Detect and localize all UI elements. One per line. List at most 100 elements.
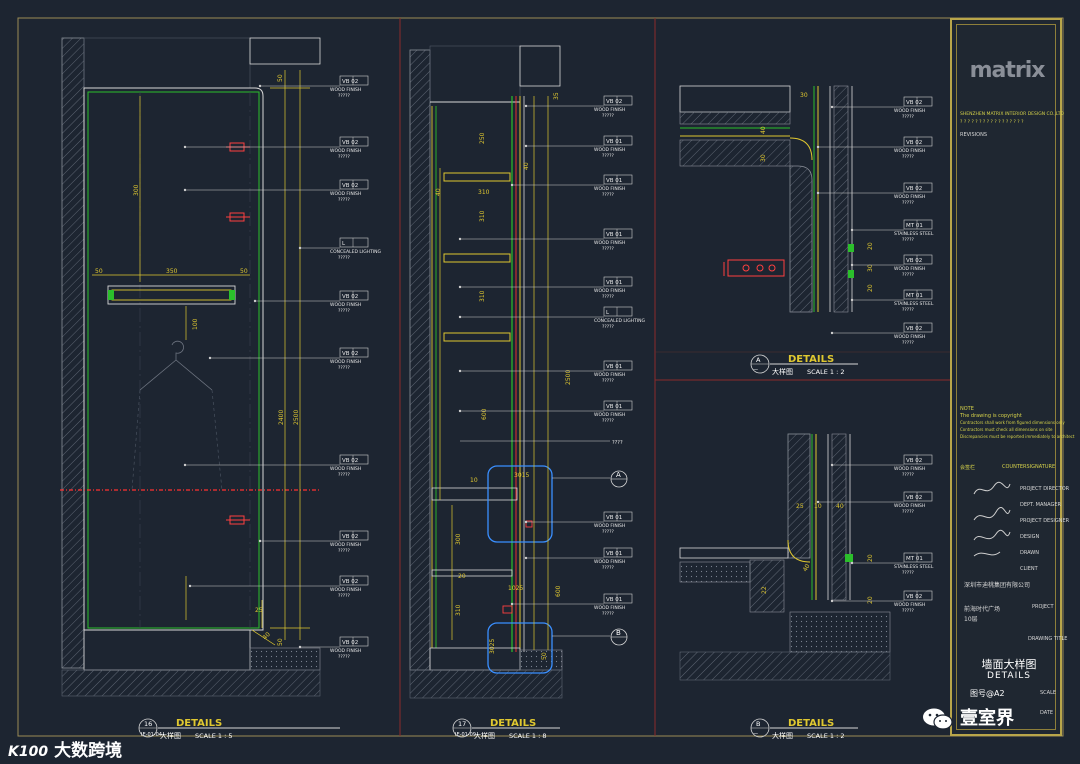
detail-16-elevation: 50 300 50 350 50 100 2400 2500 25 40 50 [60, 37, 321, 697]
tag-material-cn: ????? [338, 654, 351, 660]
caption-title: DETAILS [788, 718, 834, 729]
watermark-right: 壹室界 [922, 704, 1014, 731]
tag-material: WOOD FINISH [330, 359, 361, 365]
dim-300: 300 [455, 533, 462, 545]
material-tag: MT 01 STAINLESS STEEL????? [850, 289, 934, 313]
tag-material: WOOD FINISH [594, 372, 625, 378]
dim-300: 300 [133, 184, 140, 196]
dim-25: 25 [796, 503, 804, 510]
signatures [973, 481, 1011, 557]
tag-material-cn: ????? [902, 154, 915, 160]
caption-sheet: 一 [753, 732, 758, 738]
dim-400: 600 [555, 585, 562, 597]
caption-scale: SCALE 1 : 8 [509, 732, 547, 740]
caption-scale: SCALE 1 : 2 [807, 732, 845, 740]
dim-40: 40 [523, 162, 530, 170]
tag-material-cn: ????? [338, 197, 351, 203]
tag-material: WOOD FINISH [330, 191, 361, 197]
wardrobe-inner [87, 91, 260, 629]
caption-title: DETAILS [490, 718, 536, 729]
tag-material: WOOD FINISH [330, 87, 361, 93]
project-floor: 10层 [964, 616, 978, 623]
section-marker-a-label: A [616, 471, 621, 479]
material-tag: VB 02 WOOD FINISH????? [258, 530, 369, 554]
dim-2400: 2400 [278, 410, 285, 425]
tag-code: VB 02 [342, 579, 358, 585]
tag-material-cn: ????? [602, 246, 615, 252]
caption-number: B [756, 720, 760, 728]
tag-material: WOOD FINISH [894, 148, 925, 154]
tag-code: VB 02 [342, 294, 358, 300]
tag-code: VB 02 [906, 326, 922, 332]
tag-code: MT 01 [906, 556, 923, 562]
tag-material: WOOD FINISH [330, 302, 361, 308]
tag-material: WOOD FINISH [594, 412, 625, 418]
dim-600: 600 [481, 408, 488, 420]
dim-20: 20 [458, 573, 466, 580]
tag-code: VB 02 [342, 534, 358, 540]
tag-code: VB 01 [606, 597, 622, 603]
dim-100: 100 [192, 318, 199, 330]
remark-line: Contractors must check all dimensions on… [960, 427, 1053, 432]
material-tag: VB 02 WOOD FINISH????? [524, 95, 633, 119]
tag-material-cn: ????? [602, 153, 615, 159]
tag-material: WOOD FINISH [594, 605, 625, 611]
caption-cn: 大样图 [772, 367, 793, 376]
dim-30: 30 [800, 92, 808, 99]
material-tag: VB 02 WOOD FINISH????? [183, 136, 369, 160]
caption-scale: SCALE 1 : 2 [807, 368, 845, 376]
tag-code: VB 01 [606, 404, 622, 410]
tag-code: VB 01 [606, 551, 622, 557]
tag-material-cn: ????? [602, 378, 615, 384]
dim-25: 25 [255, 607, 263, 614]
dim-20: 20 [867, 554, 874, 562]
shelf [443, 332, 511, 342]
tag-material-cn: ????? [902, 509, 915, 515]
fittings [502, 520, 533, 614]
caption-number: A [756, 356, 761, 364]
floor-hatch [61, 669, 321, 697]
note-tag: ???? [460, 440, 623, 446]
tag-material: CONCEALED LIGHTING [330, 249, 382, 255]
dim-40b: 40 [435, 188, 442, 196]
tag-material: WOOD FINISH [330, 648, 361, 654]
role-project-designer: PROJECT DESIGNER [1020, 518, 1070, 524]
dim-40b: 40 [802, 563, 812, 573]
tag-material-cn: ????? [338, 154, 351, 160]
tag-material: WOOD FINISH [330, 466, 361, 472]
tag-material: WOOD FINISH [894, 108, 925, 114]
cad-drawing-sheet: 50 300 50 350 50 100 2400 2500 25 40 50 [0, 0, 1080, 764]
dim-22: 22 [761, 586, 768, 594]
tag-material: WOOD FINISH [594, 186, 625, 192]
tag-material-cn: ????? [902, 200, 915, 206]
dim-3015: 3015 [514, 472, 529, 479]
dim-310b: 310 [479, 210, 486, 222]
tag-code: VB 02 [342, 351, 358, 357]
tag-code: VB 02 [906, 100, 922, 106]
material-tag: VB 01 WOOD FINISH????? [524, 511, 633, 535]
tag-material-cn: ????? [338, 308, 351, 314]
cad-canvas: 50 300 50 350 50 100 2400 2500 25 40 50 [17, 17, 1064, 740]
tag-code: VB 01 [606, 515, 622, 521]
dim-20b: 20 [867, 596, 874, 604]
material-tag: VB 01 WOOD FINISH????? [458, 360, 633, 384]
ceiling-beam [249, 37, 321, 65]
tag-material: WOOD FINISH [894, 503, 925, 509]
tag-material: WOOD FINISH [894, 266, 925, 272]
dim-50-right: 50 [240, 268, 248, 275]
project-label: PROJECT [1032, 604, 1054, 610]
scale-label: SCALE [1040, 690, 1057, 696]
tag-material: WOOD FINISH [894, 334, 925, 340]
role-design: DESIGN [1020, 534, 1040, 540]
material-tag: L CONCEALED LIGHTING????? [458, 306, 646, 330]
watermark-right-text: 壹室界 [960, 708, 1014, 729]
caption-number: 17 [458, 720, 466, 728]
tag-code: L [342, 241, 346, 247]
tag-code: VB 01 [606, 280, 622, 286]
dim-30b: 30 [760, 154, 767, 162]
tag-code: VB 02 [342, 79, 358, 85]
drawing-title-en: DETAILS [987, 671, 1031, 681]
role-dept-manager: DEPT. MANAGER [1020, 502, 1061, 508]
material-tag: VB 01 WOOD FINISH????? [458, 228, 633, 252]
plinth [83, 629, 251, 671]
